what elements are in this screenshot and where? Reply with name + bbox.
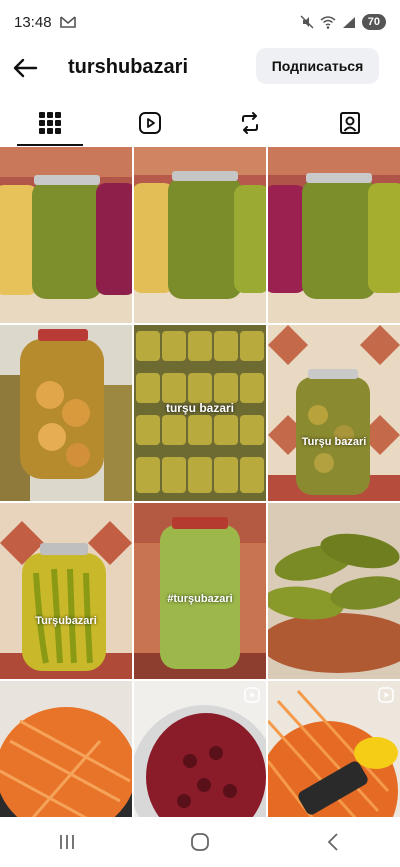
profile-tabs — [0, 100, 400, 146]
tab-posts-grid[interactable] — [0, 100, 100, 146]
home-button[interactable] — [170, 822, 230, 862]
mute-icon — [300, 15, 314, 29]
carrot-salad-image — [0, 681, 132, 817]
chevron-left-icon — [328, 833, 338, 851]
post-thumbnail[interactable] — [134, 147, 266, 323]
tagged-person-icon — [340, 112, 360, 134]
system-back-button[interactable] — [303, 822, 363, 862]
pickle-jars-image — [134, 147, 266, 323]
pickle-jars-image — [0, 147, 132, 323]
post-thumbnail[interactable] — [0, 147, 132, 323]
post-thumbnail[interactable] — [268, 681, 400, 817]
post-watermark-text: turşu bazari — [165, 401, 234, 415]
pickled-peppers-jar-image — [0, 503, 132, 679]
pickle-jars-image — [268, 147, 400, 323]
grid-icon — [39, 112, 61, 134]
post-thumbnail[interactable] — [268, 503, 400, 679]
status-bar: 13:48 70 — [0, 0, 400, 44]
recent-apps-icon — [59, 835, 74, 849]
status-time: 13:48 — [14, 13, 52, 31]
post-watermark-text: #turşubazari — [167, 593, 233, 605]
posts-grid: turşu bazari Turşu bazari Turşubazari #t… — [0, 147, 400, 817]
gmail-icon — [59, 16, 76, 28]
reel-badge-icon — [378, 687, 394, 703]
tab-tagged[interactable] — [300, 100, 400, 146]
post-watermark-text: Turşubazari — [35, 615, 97, 627]
post-thumbnail[interactable] — [0, 325, 132, 501]
reels-icon — [139, 112, 161, 134]
signal-icon — [342, 16, 355, 28]
post-thumbnail[interactable]: Turşu bazari — [268, 325, 400, 501]
pickles-bowl-image — [268, 503, 400, 679]
repost-icon — [242, 112, 258, 134]
post-thumbnail[interactable]: #turşubazari — [134, 503, 266, 679]
post-thumbnail[interactable] — [0, 681, 132, 817]
wifi-icon — [320, 15, 336, 29]
recent-apps-button[interactable] — [37, 822, 97, 862]
back-arrow-icon[interactable] — [12, 56, 38, 80]
green-pickle-jar-image — [134, 503, 266, 679]
tab-reposts[interactable] — [200, 100, 300, 146]
reel-badge-icon — [244, 687, 260, 703]
post-thumbnail[interactable]: turşu bazari — [134, 325, 266, 501]
profile-username: turshubazari — [68, 56, 189, 78]
post-thumbnail[interactable]: Turşubazari — [0, 503, 132, 679]
profile-header: turshubazari Подписаться — [0, 44, 400, 92]
battery-indicator: 70 — [361, 14, 386, 30]
pickled-apricot-jar-image — [0, 325, 132, 501]
system-navigation-bar — [0, 817, 400, 867]
pickled-apricot-jar-image — [268, 325, 400, 501]
post-watermark-text: Turşu bazari — [301, 436, 367, 448]
post-thumbnail[interactable] — [134, 681, 266, 817]
tab-reels[interactable] — [100, 100, 200, 146]
home-icon — [191, 833, 209, 851]
post-thumbnail[interactable] — [268, 147, 400, 323]
follow-button[interactable]: Подписаться — [256, 48, 379, 84]
